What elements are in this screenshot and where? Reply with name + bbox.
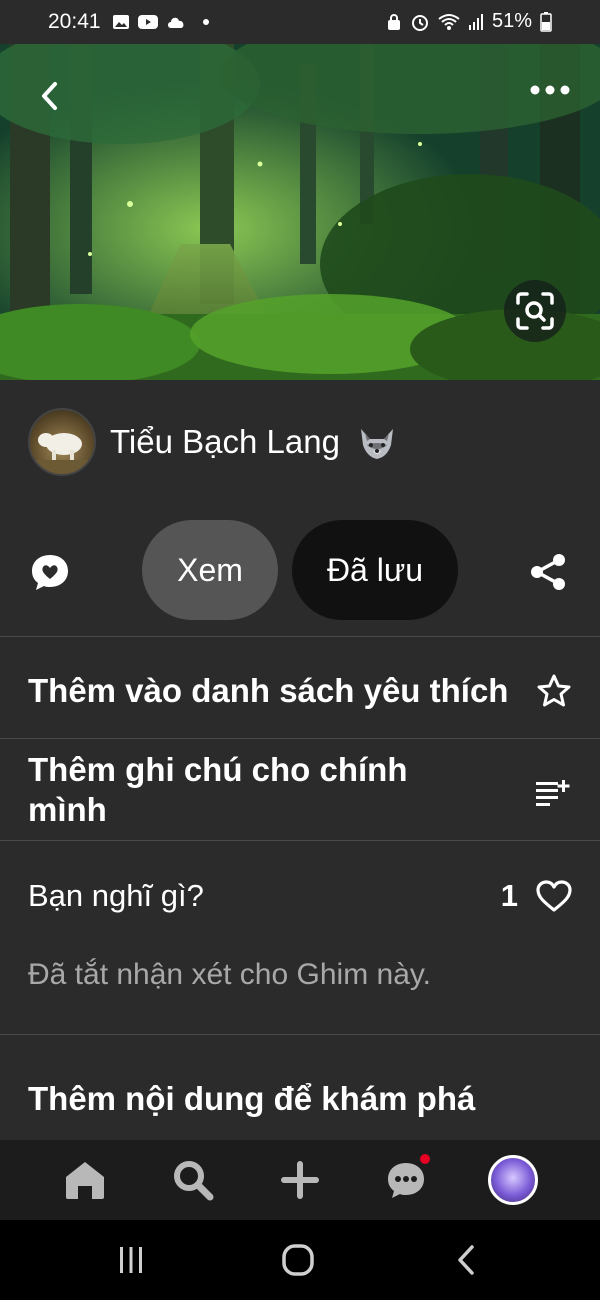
wolf-emoji-icon bbox=[361, 429, 394, 460]
more-to-explore-title: Thêm nội dung để khám phá bbox=[28, 1080, 476, 1117]
battery-percent: 51% bbox=[491, 10, 532, 32]
recent-apps-icon bbox=[120, 1247, 142, 1273]
divider bbox=[0, 1034, 600, 1035]
nav-create[interactable] bbox=[272, 1154, 328, 1206]
wifi-icon bbox=[438, 13, 460, 30]
search-icon bbox=[174, 1161, 214, 1201]
bottom-nav bbox=[0, 1140, 600, 1220]
heart-icon[interactable] bbox=[536, 880, 572, 912]
lock-icon bbox=[387, 13, 400, 30]
pin-image[interactable] bbox=[0, 44, 600, 380]
messages-icon bbox=[388, 1163, 424, 1198]
nav-home[interactable] bbox=[57, 1154, 113, 1206]
like-count: 1 bbox=[500, 878, 518, 913]
share-icon bbox=[531, 554, 565, 590]
dot-icon bbox=[203, 19, 209, 25]
view-button[interactable]: Xem bbox=[142, 520, 278, 620]
add-note-label: Thêm ghi chú cho chính mình bbox=[28, 751, 408, 828]
nav-messages[interactable] bbox=[378, 1154, 434, 1206]
signal-icon bbox=[468, 13, 483, 30]
add-to-favorites-row[interactable]: Thêm vào danh sách yêu thích bbox=[28, 656, 572, 726]
visual-search-icon bbox=[516, 292, 554, 330]
star-icon[interactable] bbox=[536, 673, 572, 709]
comments-disabled-note: Đã tắt nhận xét cho Ghim này. bbox=[28, 958, 431, 991]
creator-name-text: Tiểu Bạch Lang bbox=[110, 422, 340, 460]
recent-apps-button[interactable] bbox=[111, 1242, 151, 1278]
home-icon bbox=[66, 1162, 104, 1199]
comment-icon bbox=[32, 555, 68, 590]
wolf-avatar-image bbox=[30, 433, 94, 474]
cloud-icon bbox=[168, 17, 184, 28]
pin-details: Tiểu Bạch Lang Xem Đã lưu Thêm vào danh … bbox=[0, 380, 600, 1140]
add-note-icon[interactable] bbox=[536, 776, 572, 806]
notification-dot bbox=[420, 1154, 430, 1164]
back-icon bbox=[458, 1245, 474, 1275]
image-icon bbox=[113, 15, 129, 29]
more-horizontal-icon bbox=[530, 85, 570, 95]
more-options-button[interactable] bbox=[524, 72, 576, 108]
plus-icon bbox=[281, 1161, 319, 1199]
home-circle-icon bbox=[282, 1244, 314, 1276]
profile-avatar bbox=[488, 1155, 538, 1205]
comment-button[interactable] bbox=[28, 550, 72, 594]
divider bbox=[0, 738, 600, 739]
creator-info[interactable]: Tiểu Bạch Lang bbox=[28, 408, 397, 476]
system-nav-bar bbox=[0, 1220, 600, 1300]
creator-avatar[interactable] bbox=[28, 408, 96, 476]
youtube-icon bbox=[138, 15, 158, 29]
battery-icon bbox=[540, 11, 552, 32]
nav-search[interactable] bbox=[165, 1154, 221, 1206]
comments-header: Bạn nghĩ gì? 1 bbox=[28, 878, 572, 914]
status-bar: 20:41 51% bbox=[0, 0, 600, 44]
share-button[interactable] bbox=[526, 550, 570, 594]
divider bbox=[0, 840, 600, 841]
comments-prompt: Bạn nghĩ gì? bbox=[28, 878, 204, 913]
status-time: 20:41 bbox=[48, 10, 101, 33]
pin-action-bar: Xem Đã lưu bbox=[0, 520, 600, 620]
creator-name[interactable]: Tiểu Bạch Lang bbox=[110, 423, 397, 461]
nav-profile[interactable] bbox=[485, 1154, 541, 1206]
alarm-icon bbox=[411, 14, 428, 31]
divider bbox=[0, 636, 600, 637]
add-to-favorites-label: Thêm vào danh sách yêu thích bbox=[28, 672, 509, 709]
status-notification-icons bbox=[112, 12, 212, 32]
home-button[interactable] bbox=[278, 1242, 318, 1278]
saved-button[interactable]: Đã lưu bbox=[292, 520, 458, 620]
add-note-row[interactable]: Thêm ghi chú cho chính mình bbox=[28, 750, 572, 834]
chevron-left-icon bbox=[42, 82, 57, 110]
back-button[interactable] bbox=[28, 74, 72, 118]
status-system-icons: 51% bbox=[386, 10, 552, 33]
visual-search-button[interactable] bbox=[504, 280, 566, 342]
system-back-button[interactable] bbox=[446, 1242, 486, 1278]
